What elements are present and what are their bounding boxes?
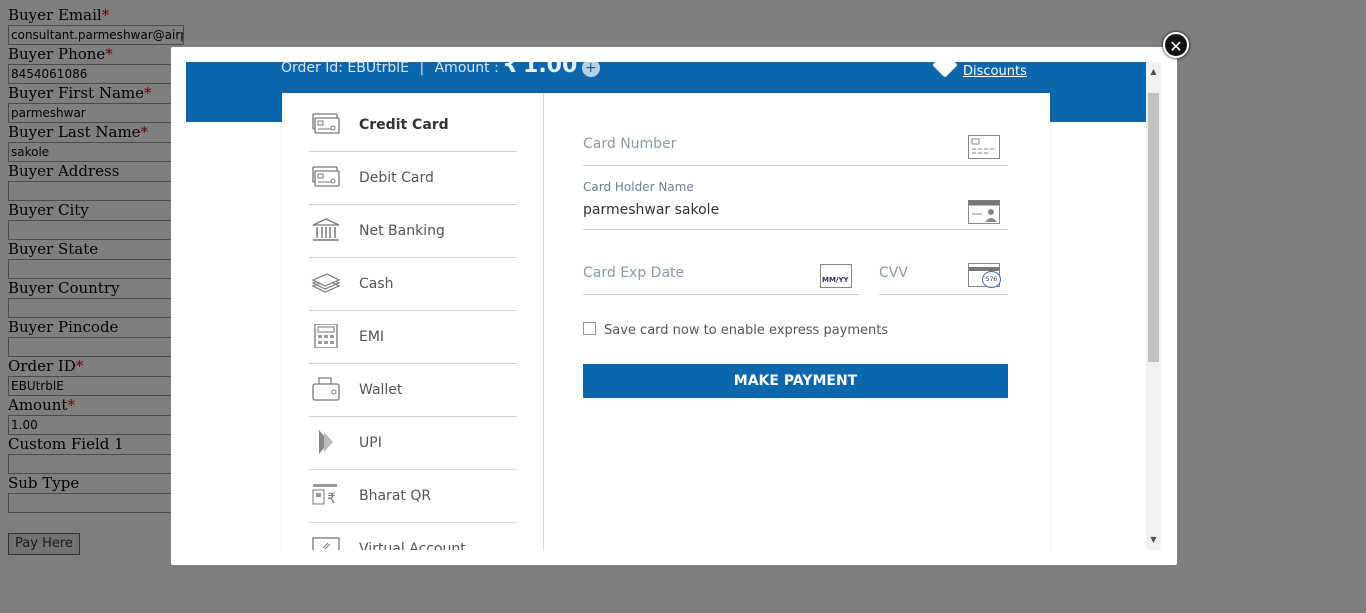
- payment-methods-list: Credit Card Debit Card Net Banking Cash …: [309, 99, 517, 550]
- save-card-checkbox[interactable]: [583, 322, 596, 335]
- calculator-icon: [314, 324, 338, 348]
- method-label: Credit Card: [359, 117, 449, 133]
- payment-modal: Order Id: EBUtrblE | Amount : ₹ 1.00 + D…: [171, 47, 1177, 565]
- bank-icon: [312, 218, 340, 241]
- bharat-qr-icon: ₹: [312, 484, 337, 507]
- amount-value: 1.00: [523, 62, 578, 78]
- card-number-placeholder: Card Number: [583, 136, 677, 152]
- payment-card: Credit Card Debit Card Net Banking Cash …: [282, 93, 1050, 550]
- virtual-account-icon: [312, 537, 340, 550]
- payment-method-net-banking[interactable]: Net Banking: [309, 205, 517, 258]
- amount-label: Amount :: [434, 62, 499, 76]
- order-id-text: Order Id: EBUtrblE: [281, 62, 409, 76]
- method-label: Bharat QR: [359, 488, 432, 504]
- method-label: Debit Card: [359, 170, 434, 186]
- payment-method-bharat-qr[interactable]: ₹ Bharat QR: [309, 470, 517, 523]
- scroll-thumb[interactable]: [1148, 93, 1159, 362]
- modal-scrollbar[interactable]: ▲ ▼: [1146, 62, 1161, 550]
- section-divider: [543, 93, 544, 550]
- calendar-card-icon: MM/YY: [820, 264, 852, 288]
- card-number-field[interactable]: Card Number: [583, 131, 1008, 166]
- payment-method-emi[interactable]: EMI: [309, 311, 517, 364]
- method-label: Wallet: [359, 382, 403, 398]
- save-card-row[interactable]: Save card now to enable express payments: [583, 322, 888, 338]
- header-separator: |: [419, 62, 425, 76]
- currency-symbol: ₹: [503, 62, 519, 78]
- method-label: EMI: [359, 329, 385, 345]
- card-exp-placeholder: Card Exp Date: [583, 265, 685, 281]
- method-label: UPI: [359, 435, 382, 451]
- payment-method-wallet[interactable]: Wallet: [309, 364, 517, 417]
- discounts-link[interactable]: Discounts: [963, 64, 1027, 79]
- cash-icon: [311, 273, 341, 293]
- payment-method-upi[interactable]: UPI: [309, 417, 517, 470]
- debit-card-icon: [312, 166, 340, 187]
- method-label: Cash: [359, 276, 394, 292]
- scroll-down-arrow-icon[interactable]: ▼: [1146, 532, 1161, 547]
- wallet-icon: [312, 377, 340, 401]
- payment-method-cash[interactable]: Cash: [309, 258, 517, 311]
- card-holder-label: Card Holder Name: [583, 180, 694, 194]
- card-number-icon: [968, 135, 1000, 159]
- card-holder-input: parmeshwar sakole: [583, 202, 720, 218]
- card-holder-icon: [968, 200, 1000, 224]
- close-modal-button[interactable]: ✕: [1163, 32, 1189, 58]
- credit-card-icon: [312, 113, 340, 134]
- upi-icon: [319, 430, 333, 454]
- svg-text:₹: ₹: [327, 491, 336, 507]
- card-holder-field[interactable]: Card Holder Name parmeshwar sakole: [583, 179, 1008, 230]
- method-label: Net Banking: [359, 223, 445, 239]
- payment-method-virtual-account[interactable]: Virtual Account: [309, 523, 517, 550]
- order-summary: Order Id: EBUtrblE | Amount : ₹ 1.00 +: [281, 62, 600, 78]
- save-card-label: Save card now to enable express payments: [604, 323, 889, 338]
- payment-method-credit-card[interactable]: Credit Card: [309, 99, 517, 152]
- cvv-card-icon: 576: [968, 263, 1001, 288]
- cvv-field[interactable]: CVV 576: [879, 260, 1008, 295]
- scroll-up-arrow-icon[interactable]: ▲: [1146, 64, 1161, 79]
- cvv-sample-text: 576: [982, 271, 1001, 288]
- make-payment-button[interactable]: MAKE PAYMENT: [583, 364, 1008, 398]
- method-label: Virtual Account: [359, 541, 466, 550]
- discount-tag-icon: [932, 62, 958, 78]
- card-exp-date-field[interactable]: Card Exp Date MM/YY: [583, 260, 859, 295]
- cvv-placeholder: CVV: [879, 265, 908, 281]
- payment-method-debit-card[interactable]: Debit Card: [309, 152, 517, 205]
- amount-details-icon[interactable]: +: [581, 62, 600, 77]
- exp-format-text: MM/YY: [822, 276, 849, 284]
- modal-scroll-area: Order Id: EBUtrblE | Amount : ₹ 1.00 + D…: [186, 62, 1146, 550]
